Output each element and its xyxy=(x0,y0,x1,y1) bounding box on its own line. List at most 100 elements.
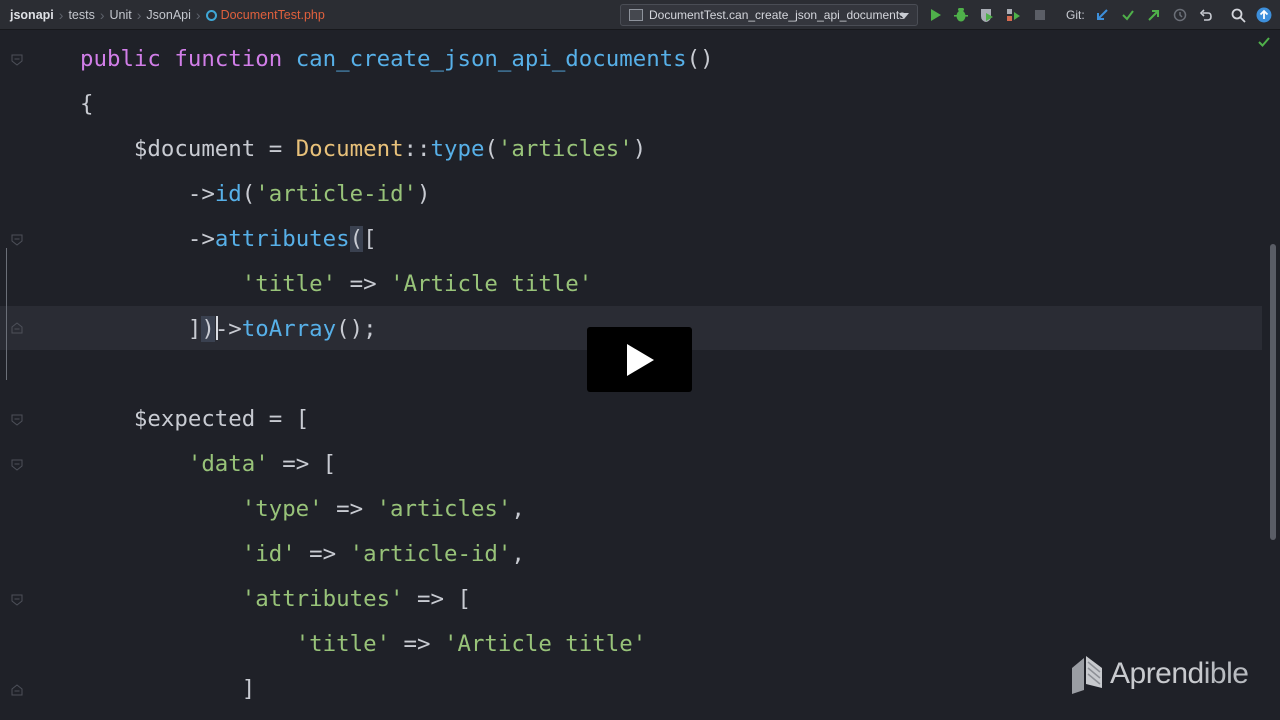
chevron-down-icon xyxy=(899,13,909,19)
code-token: ( xyxy=(241,181,256,207)
run-configuration-select[interactable]: DocumentTest.can_create_json_api_documen… xyxy=(620,4,918,26)
code-token: type xyxy=(430,136,485,162)
video-play-button[interactable] xyxy=(587,327,692,392)
code-line[interactable]: $expected = [ xyxy=(80,404,309,434)
aprendible-logo-icon xyxy=(1072,656,1102,694)
breadcrumb-file-label: DocumentTest.php xyxy=(220,8,325,22)
change-marker xyxy=(6,248,7,380)
code-token: () xyxy=(686,46,714,72)
code-line[interactable]: 'title' => 'Article title' xyxy=(80,269,593,299)
code-token: -> xyxy=(80,181,215,207)
debug-icon[interactable] xyxy=(953,7,969,23)
breadcrumb-item-tests[interactable]: tests xyxy=(64,8,98,22)
editor-gutter xyxy=(0,30,40,720)
code-token: id xyxy=(214,181,242,207)
code-line[interactable]: 'title' => 'Article title' xyxy=(80,629,647,659)
code-token: 'Article title' xyxy=(443,631,647,657)
code-line[interactable]: ->id('article-id') xyxy=(80,179,431,209)
code-token: 'title' xyxy=(241,271,337,297)
vertical-scrollbar[interactable] xyxy=(1270,244,1276,540)
code-token: ) xyxy=(417,181,431,207)
code-token: toArray xyxy=(241,316,337,342)
code-token: function xyxy=(174,46,296,72)
code-token: => xyxy=(336,271,391,297)
code-token: 'attributes' xyxy=(241,586,404,612)
breadcrumb-item-file[interactable]: DocumentTest.php xyxy=(202,8,329,22)
watermark-text-b: ible xyxy=(1203,657,1249,690)
fold-marker-icon[interactable] xyxy=(11,234,23,246)
code-line[interactable]: 'attributes' => [ xyxy=(80,584,471,614)
code-line[interactable]: $document = Document::type('articles') xyxy=(80,134,646,164)
code-token: 'article-id' xyxy=(349,541,512,567)
git-update-icon[interactable] xyxy=(1094,7,1110,23)
code-line[interactable]: 'type' => 'articles', xyxy=(80,494,525,524)
code-token: ] xyxy=(80,676,256,702)
code-line[interactable]: public function can_create_json_api_docu… xyxy=(80,44,714,74)
code-token: $document xyxy=(80,136,269,162)
code-token: ] xyxy=(80,316,202,342)
stop-icon[interactable] xyxy=(1032,7,1048,23)
fold-marker-icon[interactable] xyxy=(11,684,23,696)
code-line[interactable]: ->attributes([ xyxy=(80,224,377,254)
ide-update-icon[interactable] xyxy=(1256,7,1272,23)
code-token: => xyxy=(322,496,377,522)
rollback-icon[interactable] xyxy=(1198,7,1214,23)
code-token: 'Article title' xyxy=(390,271,593,297)
breadcrumb-separator: › xyxy=(195,7,201,23)
code-line[interactable]: 'data' => [ xyxy=(80,449,336,479)
fold-marker-icon[interactable] xyxy=(11,459,23,471)
code-token: = [ xyxy=(268,406,310,432)
code-line[interactable]: ])->toArray(); xyxy=(80,314,377,344)
watermark-text: Aprendible xyxy=(1110,657,1249,691)
code-token: Document xyxy=(295,136,404,162)
code-token: -> xyxy=(214,316,242,342)
code-token: [ xyxy=(363,226,377,252)
code-token: (); xyxy=(336,316,377,342)
play-icon xyxy=(626,343,654,376)
code-token: , xyxy=(511,496,525,522)
code-token: 'title' xyxy=(295,631,391,657)
search-icon[interactable] xyxy=(1230,7,1246,23)
inspection-ok-icon[interactable] xyxy=(1258,36,1270,48)
breadcrumb-item-unit[interactable]: Unit xyxy=(106,8,136,22)
code-token: can_create_json_api_documents xyxy=(295,46,687,72)
breadcrumb-separator: › xyxy=(136,7,142,23)
code-token: => [ xyxy=(268,451,337,477)
history-icon[interactable] xyxy=(1172,7,1188,23)
run-icon[interactable] xyxy=(928,7,944,23)
phpunit-config-icon xyxy=(629,9,643,21)
breadcrumb-separator: › xyxy=(58,7,64,23)
code-token: => xyxy=(390,631,444,657)
code-token: => [ xyxy=(403,586,471,612)
git-commit-icon[interactable] xyxy=(1120,7,1136,23)
toolbar: jsonapi › tests › Unit › JsonApi › Docum… xyxy=(0,0,1280,30)
code-token: :: xyxy=(403,136,431,162)
watermark-text-a: Aprend xyxy=(1110,657,1204,690)
breadcrumb-item-jsonapi[interactable]: jsonapi xyxy=(6,8,58,22)
code-token: ( xyxy=(349,226,364,252)
coverage-icon[interactable] xyxy=(979,7,995,23)
code-token: => xyxy=(295,541,350,567)
code-line[interactable]: ] xyxy=(80,674,256,704)
code-token: 'data' xyxy=(187,451,269,477)
fold-marker-icon[interactable] xyxy=(11,594,23,606)
code-token: 'articles' xyxy=(497,136,633,162)
code-line[interactable]: 'id' => 'article-id', xyxy=(80,539,525,569)
fold-marker-icon[interactable] xyxy=(11,54,23,66)
code-token: ) xyxy=(632,136,647,162)
git-push-icon[interactable] xyxy=(1146,7,1162,23)
code-token: $expected xyxy=(80,406,269,432)
git-label: Git: xyxy=(1066,8,1085,22)
breadcrumb-item-jsonapi-folder[interactable]: JsonApi xyxy=(142,8,194,22)
code-token: 'id' xyxy=(241,541,296,567)
text-cursor xyxy=(216,316,218,340)
watermark: Aprendible xyxy=(1070,654,1249,694)
code-token: { xyxy=(80,91,94,117)
code-line[interactable]: { xyxy=(80,89,93,119)
breadcrumb-separator: › xyxy=(99,7,105,23)
fold-marker-icon[interactable] xyxy=(11,322,23,334)
profile-icon[interactable] xyxy=(1005,7,1021,23)
code-token: , xyxy=(511,541,525,567)
fold-marker-icon[interactable] xyxy=(11,414,23,426)
